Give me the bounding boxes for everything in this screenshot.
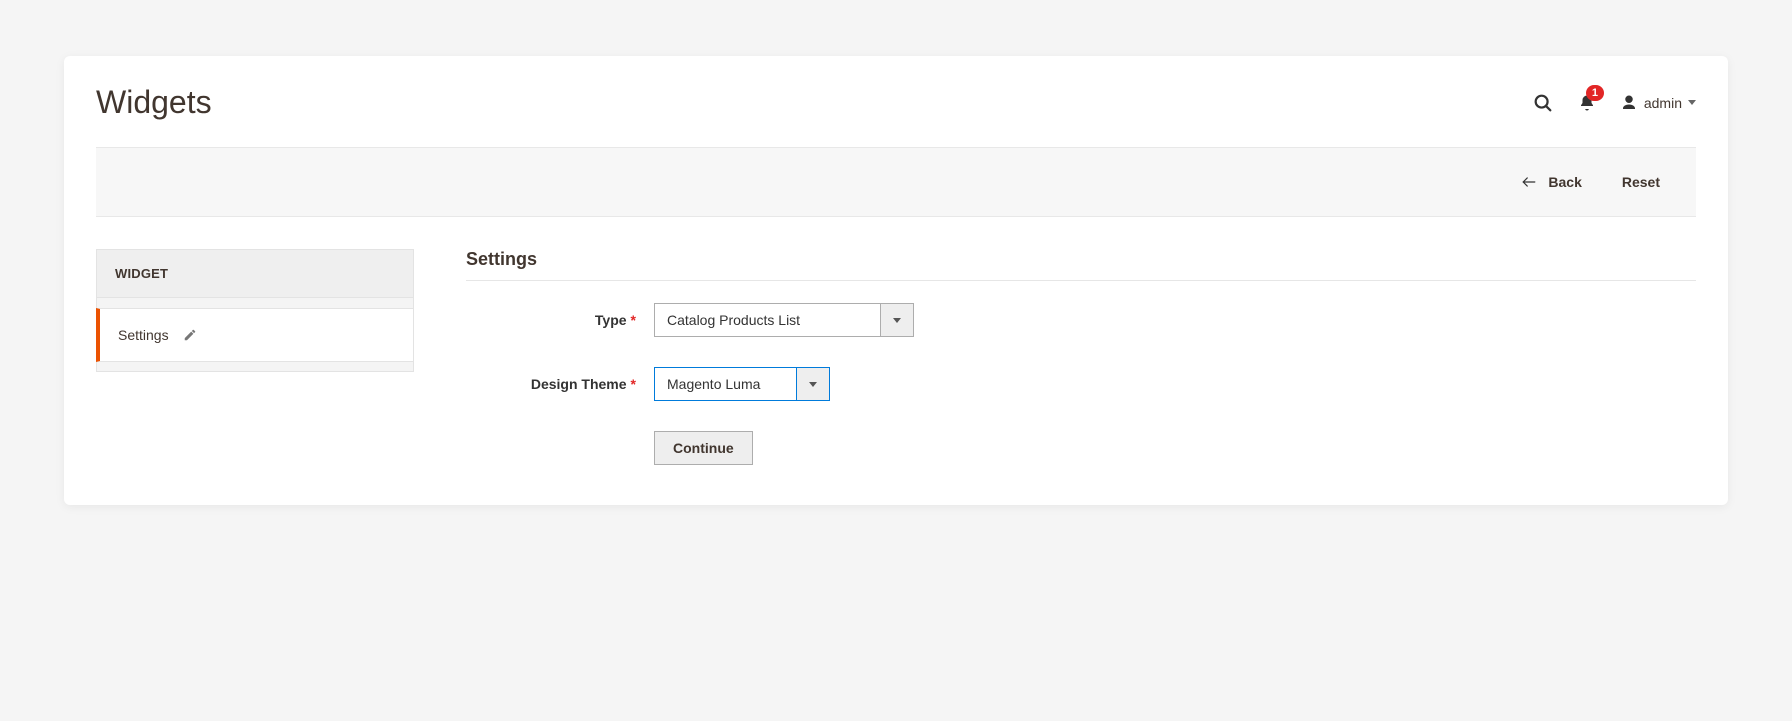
sidebar-heading: WIDGET	[96, 249, 414, 298]
user-icon	[1620, 94, 1638, 112]
continue-button[interactable]: Continue	[654, 431, 753, 465]
notification-badge: 1	[1586, 85, 1604, 101]
required-mark: *	[627, 376, 636, 392]
sidebar-tab-settings[interactable]: Settings	[96, 308, 414, 362]
pencil-icon	[183, 328, 197, 342]
sidebar-tab-label: Settings	[118, 327, 169, 343]
design-theme-select-value: Magento Luma	[654, 367, 796, 401]
back-label: Back	[1548, 174, 1581, 190]
back-button[interactable]: Back	[1520, 174, 1581, 190]
page-title: Widgets	[96, 84, 1532, 121]
required-mark: *	[627, 312, 636, 328]
chevron-down-icon	[1688, 100, 1696, 105]
design-theme-select[interactable]: Magento Luma	[654, 367, 830, 401]
arrow-left-icon	[1520, 175, 1538, 189]
type-select[interactable]: Catalog Products List	[654, 303, 914, 337]
user-menu[interactable]: admin	[1620, 94, 1696, 112]
type-select-value: Catalog Products List	[654, 303, 880, 337]
search-icon[interactable]	[1532, 92, 1554, 114]
chevron-down-icon	[796, 367, 830, 401]
section-title: Settings	[466, 249, 1696, 281]
type-label: Type	[595, 312, 627, 328]
chevron-down-icon	[880, 303, 914, 337]
reset-button[interactable]: Reset	[1622, 174, 1660, 190]
notifications-icon[interactable]: 1	[1578, 93, 1596, 113]
username-label: admin	[1644, 95, 1682, 111]
design-theme-label: Design Theme	[531, 376, 627, 392]
